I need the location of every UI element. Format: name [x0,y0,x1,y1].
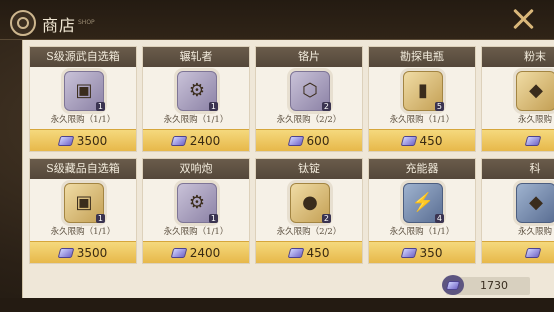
price-button[interactable]: 2400 [143,129,249,151]
gem-icon [524,135,542,146]
shop-item-card[interactable]: 粉末 ◆ 永久限购 [481,46,554,152]
price-button[interactable]: 3500 [30,129,136,151]
item-name: S级藏品自选箱 [30,159,136,179]
gem-icon [287,135,304,146]
item-qty: 4 [434,214,444,223]
battery-icon: ▮ 5 [403,71,444,111]
shop-grid: S级源武自选箱 ▣ 1 永久限购（1/1） 3500 辗轧者 ⚙ 1 永久限购（1/… [29,46,554,264]
item-qty: 2 [321,214,331,223]
shop-item-card[interactable]: 科 ◆ 永久限购 [481,158,554,264]
gem-icon [57,247,75,258]
item-name: S级源武自选箱 [30,47,136,67]
item-price: 2400 [189,245,221,260]
price-button[interactable]: 600 [256,129,362,151]
item-qty: 1 [208,102,218,111]
shop-emblem-icon [10,10,36,36]
item-name: 粉末 [482,47,554,67]
close-button[interactable] [512,8,534,30]
shop-item-card[interactable]: 勘探电瓶 ▮ 5 永久限购（1/1） 450 [368,46,476,152]
material-icon: ◆ [516,183,554,223]
purchase-limit: 永久限购（1/1） [50,227,116,237]
item-price: 600 [306,133,330,148]
chrome-plate-icon: ⬡ 2 [290,71,331,111]
price-button[interactable]: 3500 [30,241,136,263]
item-qty: 1 [95,214,105,223]
item-price: 3500 [76,133,108,148]
price-button[interactable]: 2400 [143,241,249,263]
item-name: 辗轧者 [143,47,249,67]
item-name: 勘探电瓶 [369,47,475,67]
gem-icon [170,135,188,146]
price-button[interactable] [482,241,554,263]
shop-item-card[interactable]: 钛锭 ● 2 永久限购（2/2） 450 [255,158,363,264]
gem-icon [287,247,304,258]
item-price: 450 [306,245,330,260]
shop-item-card[interactable]: 辗轧者 ⚙ 1 永久限购（1/1） 2400 [142,46,250,152]
titanium-ingot-icon: ● 2 [290,183,331,223]
item-price: 450 [419,133,443,148]
currency-display: 1730 [442,275,530,295]
powder-icon: ◆ [516,71,554,111]
item-qty: 2 [321,102,331,111]
item-qty: 1 [95,102,105,111]
price-button[interactable]: 450 [256,241,362,263]
item-price: 350 [419,245,443,260]
price-button[interactable]: 350 [369,241,475,263]
shop-item-card[interactable]: 双响炮 ⚙ 1 永久限购（1/1） 2400 [142,158,250,264]
purchase-limit: 永久限购（1/1） [389,115,455,125]
item-name: 充能器 [369,159,475,179]
bottom-strip [0,298,554,312]
golden-chest-icon: ▣ 1 [64,183,105,223]
item-price: 3500 [76,245,108,260]
purchase-limit: 永久限购（1/1） [50,115,116,125]
purchase-limit: 永久限购（1/1） [389,227,455,237]
item-name: 钛锭 [256,159,362,179]
gem-icon [524,247,542,258]
purchase-limit: 永久限购（1/1） [163,227,229,237]
chest-icon: ▣ 1 [64,71,105,111]
purchase-limit: 永久限购 [517,115,552,125]
item-name: 双响炮 [143,159,249,179]
gem-icon [57,135,75,146]
item-qty: 1 [208,214,218,223]
currency-amount: 1730 [480,279,508,292]
charger-icon: ⚡ 4 [403,183,444,223]
item-price: 2400 [189,133,221,148]
gem-icon [400,135,417,146]
item-name: 科 [482,159,554,179]
shop-panel: S级源武自选箱 ▣ 1 永久限购（1/1） 3500 辗轧者 ⚙ 1 永久限购（1/… [22,40,554,298]
gem-icon [442,275,464,295]
purchase-limit: 永久限购（2/2） [276,227,342,237]
purchase-limit: 永久限购 [517,227,552,237]
item-qty: 5 [434,102,444,111]
double-cannon-icon: ⚙ 1 [177,183,218,223]
shop-item-card[interactable]: 铬片 ⬡ 2 永久限购（2/2） 600 [255,46,363,152]
shop-item-card[interactable]: S级藏品自选箱 ▣ 1 永久限购（1/1） 3500 [29,158,137,264]
gem-icon [170,247,188,258]
shop-item-card[interactable]: S级源武自选箱 ▣ 1 永久限购（1/1） 3500 [29,46,137,152]
shop-item-card[interactable]: 充能器 ⚡ 4 永久限购（1/1） 350 [368,158,476,264]
item-name: 铬片 [256,47,362,67]
price-button[interactable] [482,129,554,151]
top-bar: 商店 SHOP [0,0,554,40]
page-title: 商店 [42,16,77,35]
page-subtitle: SHOP [78,19,95,26]
price-button[interactable]: 450 [369,129,475,151]
gem-icon [400,247,417,258]
purchase-limit: 永久限购（2/2） [276,115,342,125]
purchase-limit: 永久限购（1/1） [163,115,229,125]
cannon-icon: ⚙ 1 [177,71,218,111]
